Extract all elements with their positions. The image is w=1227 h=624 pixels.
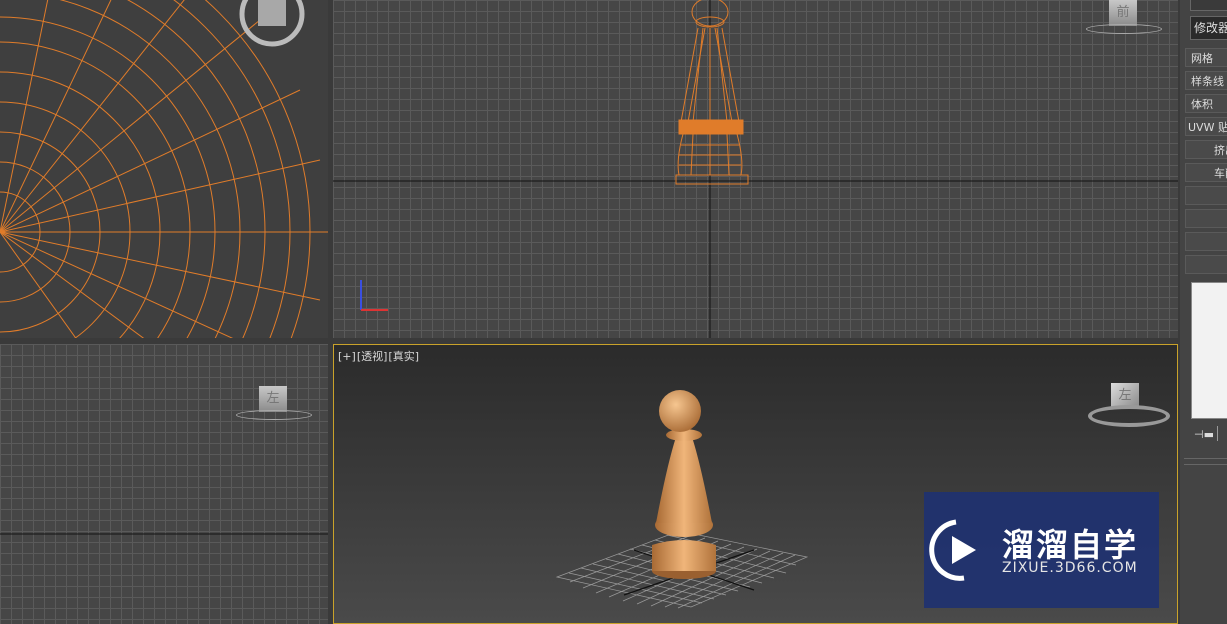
viewcube-front[interactable]: 前 [1086,0,1162,40]
modifier-button[interactable]: 网格 [1185,48,1227,67]
divider [1184,464,1227,465]
command-panel: 修改器 网格 样条线 体积 UVW 贴 挤出 车削 ⊣▬ [1180,0,1227,624]
modifier-button[interactable]: UVW 贴 [1185,117,1227,136]
viewport-front[interactable]: 前 [333,0,1178,338]
divider [1184,458,1227,459]
modifier-button-empty[interactable] [1185,255,1227,274]
pawn-model [652,390,716,579]
modifier-button[interactable]: 车削 [1185,163,1227,182]
wireframe-closeup [0,0,328,338]
viewcube-ring[interactable] [1088,405,1170,427]
play-logo-icon [929,519,976,581]
pin-stack-icon[interactable]: ⊣▬ [1194,428,1214,441]
viewcube-face[interactable]: 前 [1109,0,1137,26]
viewcube-ring[interactable] [1086,24,1162,34]
panel-top-field[interactable] [1190,0,1227,11]
modifier-list-dropdown[interactable]: 修改器 [1190,16,1227,40]
modifier-button-empty[interactable] [1185,186,1227,205]
modifier-stack[interactable] [1191,282,1227,419]
front-view-content [333,0,1178,338]
viewcube-perspective[interactable]: 左 [1088,383,1170,427]
watermark-url: ZIXUE.3D66.COM [1002,560,1138,576]
modifier-button[interactable]: 挤出 [1185,140,1227,159]
modifier-button-empty[interactable] [1185,232,1227,251]
modifier-button[interactable]: 体积 [1185,94,1227,113]
modifier-button[interactable]: 样条线 [1185,71,1227,90]
viewport-left[interactable]: 左 [0,344,328,624]
viewcube-ring[interactable] [236,410,312,420]
viewcube-left[interactable]: 左 [236,386,312,426]
viewcube-face[interactable]: 左 [259,386,287,412]
toolbar-divider [1217,426,1218,441]
viewport-top[interactable] [0,0,328,338]
modifier-button-empty[interactable] [1185,209,1227,228]
watermark: 溜溜自学 ZIXUE.3D66.COM [924,492,1159,608]
